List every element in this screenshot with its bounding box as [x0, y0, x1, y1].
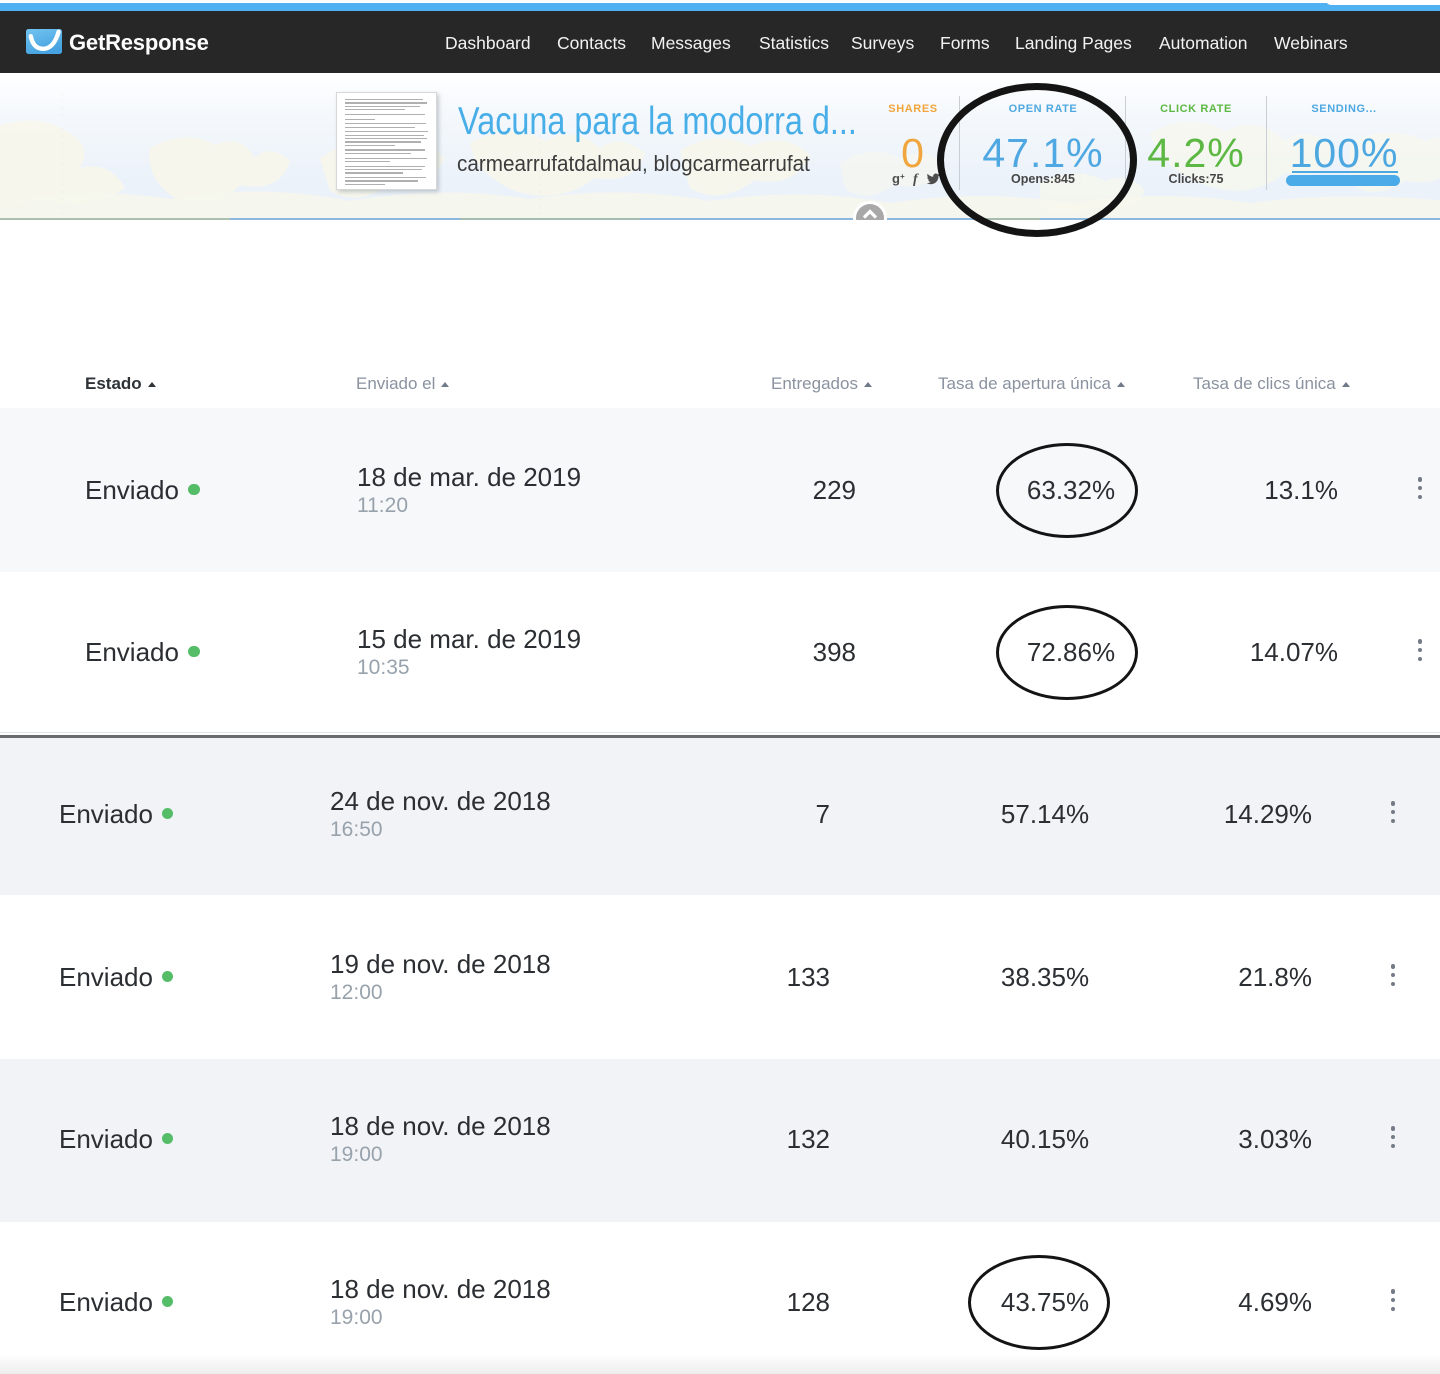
- svg-text:f: f: [913, 172, 919, 187]
- svg-text:g: g: [892, 171, 900, 186]
- svg-text:+: +: [900, 172, 905, 181]
